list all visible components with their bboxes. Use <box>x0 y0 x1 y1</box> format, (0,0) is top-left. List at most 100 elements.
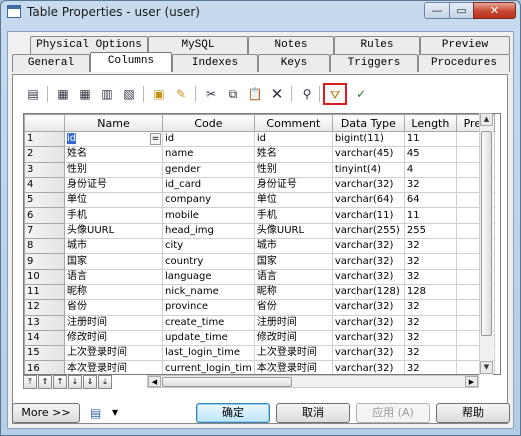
cell-comment[interactable]: 单位 <box>253 192 333 209</box>
cell-comment[interactable]: 省份 <box>253 299 333 316</box>
add-columns-icon[interactable]: ✎ <box>171 84 191 104</box>
cell-name[interactable]: 昵称 <box>64 283 163 301</box>
table-row[interactable]: 16 本次登录时间 current_login_tim 本次登录时间 varchar(3… <box>24 360 495 374</box>
cell-data-type[interactable]: varchar(45) <box>331 146 405 163</box>
cell-code[interactable]: language <box>162 268 255 285</box>
delete-icon[interactable]: ✕ <box>267 84 287 104</box>
vertical-scroll-thumb[interactable] <box>481 131 492 336</box>
help-button[interactable]: 帮助 <box>436 403 510 423</box>
column-header-data-type[interactable]: Data Type <box>331 114 405 132</box>
cell-code[interactable]: nick_name <box>162 283 255 301</box>
cell-name[interactable]: 语言 <box>64 268 163 285</box>
cell-code[interactable]: city <box>162 238 255 255</box>
tab-notes[interactable]: Notes <box>248 36 334 54</box>
cell-comment[interactable]: 昵称 <box>253 283 333 301</box>
cell-data-type[interactable]: varchar(64) <box>331 192 405 209</box>
cell-name[interactable]: 注册时间 <box>64 314 163 331</box>
tab-general[interactable]: General <box>12 54 90 72</box>
cell-data-type[interactable]: varchar(255) <box>331 222 405 240</box>
tab-keys[interactable]: Keys <box>258 54 330 72</box>
cut-icon[interactable]: ✂ <box>201 84 221 104</box>
cell-comment[interactable]: 上次登录时间 <box>253 345 333 362</box>
cell-length[interactable]: 32 <box>403 314 457 331</box>
cell-code[interactable]: head_img <box>162 222 255 240</box>
scroll-up-arrow-icon[interactable]: ▲ <box>480 113 493 126</box>
title-bar[interactable]: Table Properties - user (user) — ▭ ✕ <box>1 1 520 23</box>
cell-data-type[interactable]: varchar(32) <box>331 299 405 316</box>
cell-data-type[interactable]: varchar(32) <box>331 176 405 194</box>
add-row-icon[interactable]: ▦ <box>75 84 95 104</box>
cell-comment[interactable]: 修改时间 <box>253 329 333 347</box>
cell-code[interactable]: id <box>162 130 255 148</box>
tab-indexes[interactable]: Indexes <box>172 54 258 72</box>
cell-name[interactable]: 国家 <box>64 253 163 270</box>
cell-length[interactable]: 64 <box>403 192 457 209</box>
table-row[interactable]: 8 城市 city 城市 varchar(32) 32 <box>24 238 495 255</box>
insert-row-icon[interactable]: ▦ <box>53 84 73 104</box>
cell-length[interactable]: 32 <box>403 299 457 316</box>
find-icon[interactable]: ⚲ <box>297 84 317 104</box>
column-header-code[interactable]: Code <box>162 114 255 132</box>
copy-icon[interactable]: ⧉ <box>223 84 243 104</box>
cell-comment[interactable]: 注册时间 <box>253 314 333 331</box>
cell-data-type[interactable]: varchar(32) <box>331 238 405 255</box>
cell-data-type[interactable]: varchar(11) <box>331 207 405 224</box>
table-row[interactable]: 14 修改时间 update_time 修改时间 varchar(32) 32 <box>24 329 495 347</box>
tab-rules[interactable]: Rules <box>334 36 420 54</box>
table-row[interactable]: 7 头像UURL head_img 头像UURL varchar(255) 255 <box>24 222 495 240</box>
cell-length[interactable]: 32 <box>403 176 457 194</box>
chevron-down-icon[interactable]: ▼ <box>112 408 118 417</box>
cell-length[interactable]: 11 <box>403 130 457 148</box>
cell-length[interactable]: 128 <box>403 283 457 301</box>
cell-comment[interactable]: 姓名 <box>253 146 333 163</box>
horizontal-scroll-thumb[interactable] <box>162 377 292 387</box>
cell-comment[interactable]: 头像UURL <box>253 222 333 240</box>
tab-procedures[interactable]: Procedures <box>418 54 510 72</box>
cell-length[interactable]: 255 <box>403 222 457 240</box>
more-button[interactable]: More >> <box>12 403 80 423</box>
move-up-button[interactable]: ↑ <box>53 375 67 389</box>
cell-data-type[interactable]: varchar(32) <box>331 329 405 347</box>
ok-button[interactable]: 确定 <box>196 403 270 423</box>
column-header-name[interactable]: Name <box>64 114 163 132</box>
cell-code[interactable]: current_login_tim <box>162 360 255 374</box>
cell-length[interactable]: 32 <box>403 360 457 374</box>
cell-name[interactable]: 本次登录时间 <box>64 360 163 374</box>
cell-comment[interactable]: 性别 <box>253 161 333 178</box>
table-row[interactable]: 4 身份证号 id_card 身份证号 varchar(32) 32 <box>24 176 495 194</box>
cell-code[interactable]: last_login_time <box>162 345 255 362</box>
minimize-button[interactable]: — <box>424 2 450 19</box>
table-row[interactable]: 11 昵称 nick_name 昵称 varchar(128) 128 <box>24 283 495 301</box>
cell-data-type[interactable]: bigint(11) <box>331 130 405 148</box>
cell-length[interactable]: 32 <box>403 253 457 270</box>
cell-data-type[interactable]: varchar(128) <box>331 283 405 301</box>
filter-icon[interactable]: ⛛ <box>323 83 347 105</box>
cell-data-type[interactable]: varchar(32) <box>331 360 405 374</box>
cell-data-type[interactable]: varchar(32) <box>331 268 405 285</box>
cell-name[interactable]: 身份证号 <box>64 176 163 194</box>
scroll-down-arrow-icon[interactable]: ▼ <box>480 361 493 374</box>
move-to-top-button[interactable]: ⤒ <box>23 375 37 389</box>
cell-length[interactable]: 32 <box>403 329 457 347</box>
cell-code[interactable]: country <box>162 253 255 270</box>
copy-rows-icon[interactable]: ▧ <box>119 84 139 104</box>
move-page-up-button[interactable]: ⇑ <box>38 375 52 389</box>
move-to-bottom-button[interactable]: ⤓ <box>98 375 112 389</box>
cell-comment[interactable]: 语言 <box>253 268 333 285</box>
cell-name[interactable]: 修改时间 <box>64 329 163 347</box>
table-row[interactable]: 9 国家 country 国家 varchar(32) 32 <box>24 253 495 270</box>
table-row[interactable]: 10 语言 language 语言 varchar(32) 32 <box>24 268 495 285</box>
cell-data-type[interactable]: varchar(32) <box>331 253 405 270</box>
cell-code[interactable]: update_time <box>162 329 255 347</box>
cell-name[interactable]: 姓名 <box>64 146 163 163</box>
vertical-scrollbar[interactable]: ▲ ▼ <box>479 113 493 375</box>
cell-name[interactable]: 单位 <box>64 192 163 209</box>
cancel-button[interactable]: 取消 <box>276 403 350 423</box>
maximize-button[interactable]: ▭ <box>449 2 474 19</box>
customize-columns-icon[interactable]: ✓ <box>351 84 371 104</box>
cell-comment[interactable]: 身份证号 <box>253 176 333 194</box>
cell-length[interactable]: 11 <box>403 207 457 224</box>
new-column-icon[interactable]: ▣ <box>149 84 169 104</box>
add-rows-icon[interactable]: ▥ <box>97 84 117 104</box>
document-icon[interactable]: ▤ <box>90 406 104 422</box>
